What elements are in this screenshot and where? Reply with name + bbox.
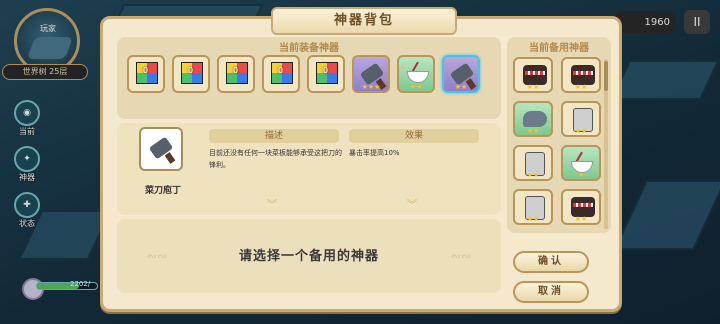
equipped-slot[interactable]: ★★: [397, 55, 435, 93]
star-rating: ★★: [454, 83, 468, 91]
star-rating: ★★: [574, 127, 588, 135]
spare-panel: 当前备用神器 ★★ ★★ ★★ ★★ ★★ ★ ★★ ★★: [507, 37, 611, 233]
chevron-down-icon: ︾: [267, 200, 277, 211]
equipped-panel: 当前装备神器 0 0 0 0 0 ★★★ ★★ ★★: [117, 37, 501, 119]
equipped-slot[interactable]: ★★★: [352, 55, 390, 93]
spare-scroll-thumb[interactable]: [604, 61, 608, 91]
dialog-title: 神器背包: [271, 7, 457, 35]
rice-bowl-icon: [407, 71, 429, 83]
spare-slot[interactable]: ★★: [513, 189, 553, 225]
cancel-button[interactable]: 取消: [513, 281, 589, 303]
pigeon-icon: [523, 111, 547, 127]
mosaic-number: 0: [278, 66, 284, 75]
spare-header: 当前备用神器: [529, 43, 589, 54]
effect-header: 效果: [349, 129, 479, 143]
star-rating: ★★: [526, 215, 540, 223]
spare-slot[interactable]: ★★: [513, 101, 553, 137]
spare-slot[interactable]: ★★: [561, 57, 601, 93]
spare-slot[interactable]: ★★: [561, 189, 601, 225]
mosaic-number: 0: [233, 66, 239, 75]
description-text: 目前还没有任何一块菜板能够承受这把刀的锋利。: [209, 149, 342, 169]
spare-grid: ★★ ★★ ★★ ★★ ★★ ★ ★★ ★★: [513, 57, 601, 225]
equipped-slot[interactable]: 0: [262, 55, 300, 93]
artifact-detail-panel: 菜刀庖丁 描述 目前还没有任何一块菜板能够承受这把刀的锋利。 效果 暴击率提高1…: [117, 123, 501, 215]
spare-slot[interactable]: ★: [561, 145, 601, 181]
equipped-slot[interactable]: 0: [217, 55, 255, 93]
equipped-slot[interactable]: 0: [307, 55, 345, 93]
selected-artifact-name: 菜刀庖丁: [144, 186, 181, 196]
equipped-row: 0 0 0 0 0 ★★★ ★★ ★★: [127, 55, 480, 93]
spare-slot[interactable]: ★★: [561, 101, 601, 137]
spare-slot[interactable]: ★★: [513, 57, 553, 93]
spare-slot[interactable]: ★★: [513, 145, 553, 181]
monster-teeth: [525, 71, 545, 75]
equipped-header: 当前装备神器: [279, 43, 339, 54]
confirm-button[interactable]: 确认: [513, 251, 589, 273]
chevron-down-icon: ︾: [407, 200, 417, 211]
star-rating: ★★: [526, 171, 540, 179]
star-rating: ★★: [574, 215, 588, 223]
effect-text: 暴击率提高10%: [349, 149, 400, 157]
mosaic-number: 0: [323, 66, 329, 75]
star-rating: ★★: [574, 83, 588, 91]
equipped-slot[interactable]: 0: [172, 55, 210, 93]
star-rating: ★★★: [361, 83, 381, 91]
star-rating: ★★: [526, 83, 540, 91]
equipped-slot[interactable]: ★★: [442, 55, 480, 93]
star-rating: ★: [577, 171, 585, 179]
cleaver-handle: [164, 152, 176, 164]
mosaic-number: 0: [188, 66, 194, 75]
prompt-text: 请选择一个备用的神器: [238, 249, 379, 264]
selected-artifact-frame: [139, 127, 183, 171]
prompt-panel: ∾∾ 请选择一个备用的神器 ∾∾: [117, 219, 501, 293]
monster-icon: [571, 197, 595, 217]
equipped-slot[interactable]: 0: [127, 55, 165, 93]
artifact-bag-dialog: 神器背包 当前装备神器 0 0 0 0 0 ★★★ ★★ ★★ 菜刀庖丁 描述 目前还没有任何…: [100, 7, 622, 312]
monster-teeth: [573, 71, 593, 75]
monster-teeth: [573, 203, 593, 207]
ornament-icon: ∾∾: [450, 249, 471, 263]
star-rating: ★★: [526, 127, 540, 135]
mosaic-number: 0: [143, 66, 149, 75]
description-header: 描述: [209, 129, 339, 143]
monster-icon: [571, 65, 595, 85]
monster-icon: [523, 65, 547, 85]
star-rating: ★★: [409, 83, 423, 91]
